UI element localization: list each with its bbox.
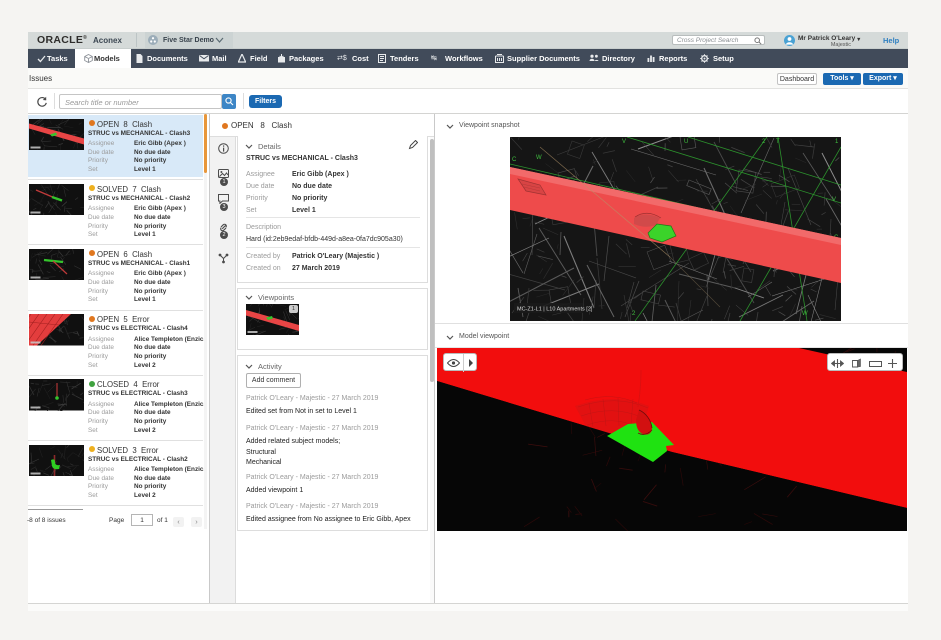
svg-text:U: U xyxy=(684,139,688,145)
svg-text:MC-Z1-L1 | L10 Apartments [2]: MC-Z1-L1 | L10 Apartments [2] xyxy=(517,307,593,313)
svg-text:V: V xyxy=(622,139,626,145)
svg-text:W: W xyxy=(802,311,808,317)
svg-text:C: C xyxy=(512,157,517,163)
svg-text:T: T xyxy=(776,139,780,145)
svg-text:W: W xyxy=(536,155,542,161)
svg-text:V: V xyxy=(832,197,836,203)
